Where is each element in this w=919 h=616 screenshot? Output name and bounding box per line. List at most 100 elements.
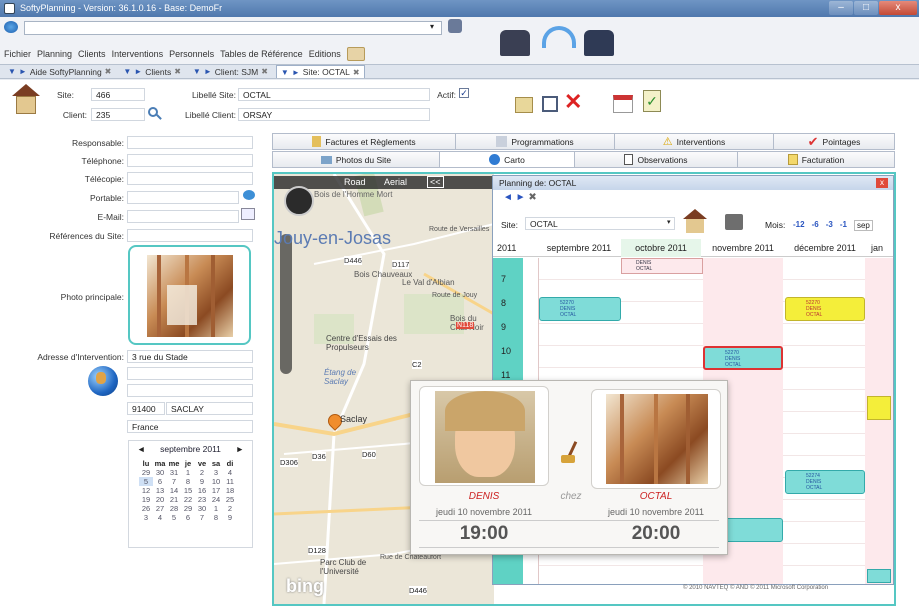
close-icon[interactable]: ✖: [174, 67, 181, 76]
calendar-week[interactable]: 19 20 21 22 23 24 25: [139, 495, 237, 504]
calendar-icon[interactable]: [613, 95, 633, 113]
delete-icon[interactable]: ✕: [564, 91, 582, 113]
mois-sep-button[interactable]: sep: [853, 220, 873, 231]
map-place-label: D117: [392, 260, 410, 269]
tab-client-sjm[interactable]: ▼ ► Client: SJM ✖: [189, 65, 272, 78]
checklist-icon[interactable]: ✓: [643, 90, 661, 112]
tab-photos[interactable]: Photos du Site: [272, 151, 440, 168]
adresse-field[interactable]: 3 rue du Stade: [127, 350, 253, 363]
edit-icon[interactable]: [346, 47, 365, 61]
telephone-field[interactable]: [127, 154, 253, 167]
tab-facturation[interactable]: Facturation: [737, 151, 895, 168]
photo-frame[interactable]: [128, 245, 251, 345]
close-button[interactable]: x: [879, 1, 917, 15]
client-field[interactable]: 235: [91, 108, 145, 121]
mois-minus-6-button[interactable]: -6: [812, 220, 819, 231]
planning-close-button[interactable]: x: [876, 178, 888, 188]
references-field[interactable]: [127, 229, 253, 242]
mois-label: Mois:: [765, 220, 786, 230]
globe-icon[interactable]: [88, 366, 118, 396]
map-place-label: Bois de l'Homme Mort: [314, 190, 393, 199]
map-place-label: D306: [280, 458, 298, 467]
map-aerial-button[interactable]: Aerial: [384, 177, 407, 187]
portable-field[interactable]: [127, 191, 239, 204]
tab-site-octal[interactable]: ▼ ► Site: OCTAL ✖: [275, 65, 365, 78]
country-field[interactable]: France: [127, 420, 253, 433]
event-block[interactable]: 52270 DENIS OCTAL: [539, 297, 621, 321]
menu-fichier[interactable]: Fichier: [4, 49, 31, 59]
adresse-line2-field[interactable]: [127, 367, 253, 380]
event-block[interactable]: DENIS OCTAL: [621, 258, 703, 274]
map-place-label: Le Val d'Albian: [402, 278, 455, 287]
intervention-popup[interactable]: DENIS chez OCTAL jeudi 10 novembre 2011 …: [410, 380, 728, 555]
email-icon[interactable]: [241, 208, 255, 220]
save-icon[interactable]: [542, 96, 558, 112]
mois-minus-1-button[interactable]: -1: [840, 220, 847, 231]
event-block[interactable]: [867, 569, 891, 583]
close-icon[interactable]: ✖: [105, 67, 112, 76]
mois-minus-3-button[interactable]: -3: [826, 220, 833, 231]
calendar-week[interactable]: 12 13 14 15 16 17 18: [139, 486, 237, 495]
tab-clients[interactable]: ▼ ► Clients ✖: [119, 65, 185, 78]
prev-month-button[interactable]: ◄: [137, 444, 145, 454]
open-folder-icon[interactable]: [515, 97, 533, 113]
actif-checkbox[interactable]: ✓: [459, 88, 469, 98]
month-header: 2011 septembre 2011 octobre 2011 novembr…: [493, 239, 893, 257]
tab-aide[interactable]: ▼ ► Aide SoftyPlanning ✖: [4, 65, 115, 78]
print-icon[interactable]: [725, 214, 743, 230]
tab-interventions[interactable]: ⚠ Interventions: [614, 133, 774, 150]
sms-bubble-icon[interactable]: [243, 190, 255, 200]
menu-planning[interactable]: Planning: [37, 49, 72, 59]
city-field[interactable]: SACLAY: [166, 402, 253, 415]
browser-icon[interactable]: [4, 21, 18, 33]
event-block[interactable]: 52274 DENIS OCTAL: [785, 470, 865, 494]
tab-observations[interactable]: Observations: [574, 151, 738, 168]
libelle-client-field[interactable]: ORSAY: [238, 108, 430, 121]
menu-interventions[interactable]: Interventions: [112, 49, 164, 59]
user-icon[interactable]: [448, 19, 462, 33]
end-time: 20:00: [631, 523, 681, 544]
email-field[interactable]: [127, 210, 239, 223]
map-collapse-button[interactable]: <<: [427, 176, 444, 188]
tab-programmations[interactable]: Programmations: [455, 133, 615, 150]
close-icon[interactable]: ✖: [261, 67, 268, 76]
map-zoom-slider[interactable]: [280, 234, 292, 374]
menu-clients[interactable]: Clients: [78, 49, 106, 59]
map-pan-control[interactable]: [284, 186, 314, 216]
calendar-week[interactable]: 3456789: [139, 513, 237, 522]
tab-factures[interactable]: Factures et Règlements: [272, 133, 456, 150]
next-month-button[interactable]: ►: [236, 444, 244, 454]
menu-personnels[interactable]: Personnels: [169, 49, 214, 59]
responsable-field[interactable]: [127, 136, 253, 149]
house-icon[interactable]: [681, 209, 713, 233]
event-block[interactable]: [867, 396, 891, 420]
event-block-selected[interactable]: 52270 DENIS OCTAL: [703, 346, 783, 370]
map-place-label: Parc Club de l'Université: [320, 558, 367, 576]
calendar-week[interactable]: 29 30 31 1 2 3 4: [139, 468, 237, 477]
month-label: décembre 2011: [794, 243, 856, 253]
calendar-week[interactable]: 5 6 7 8 9 10 11: [139, 477, 237, 486]
map-place-label: Route de Jouy: [432, 292, 478, 299]
menu-editions[interactable]: Editions: [309, 49, 341, 59]
event-block[interactable]: 52270 DENIS OCTAL: [785, 297, 865, 321]
tab-pointages[interactable]: ✔ Pointages: [773, 133, 895, 150]
libelle-site-field[interactable]: OCTAL: [238, 88, 430, 101]
map-road-button[interactable]: Road: [344, 177, 366, 187]
site-field[interactable]: 466: [91, 88, 145, 101]
postal-code-field[interactable]: 91400: [127, 402, 165, 415]
map-copyright: © 2010 NAVTEQ © AND © 2011 Microsoft Cor…: [683, 585, 829, 591]
address-bar[interactable]: [24, 21, 442, 35]
close-icon[interactable]: ✖: [353, 68, 360, 77]
planning-nav-icons[interactable]: ◄ ► ✖: [503, 192, 537, 203]
telecopie-field[interactable]: [127, 172, 253, 185]
menu-tables-reference[interactable]: Tables de Référence: [220, 49, 303, 59]
search-icon[interactable]: [148, 107, 162, 121]
calendar-week[interactable]: 26 27 28 29 30 1 2: [139, 504, 237, 513]
mois-minus-12-button[interactable]: -12: [793, 220, 805, 231]
adresse-line3-field[interactable]: [127, 384, 253, 397]
minimize-button[interactable]: –: [829, 1, 853, 15]
dropdown-arrow-icon[interactable]: ▾: [430, 22, 434, 31]
maximize-button[interactable]: □: [854, 1, 878, 15]
planning-site-select[interactable]: OCTAL: [525, 217, 675, 230]
tab-carto[interactable]: Carto: [439, 151, 575, 168]
